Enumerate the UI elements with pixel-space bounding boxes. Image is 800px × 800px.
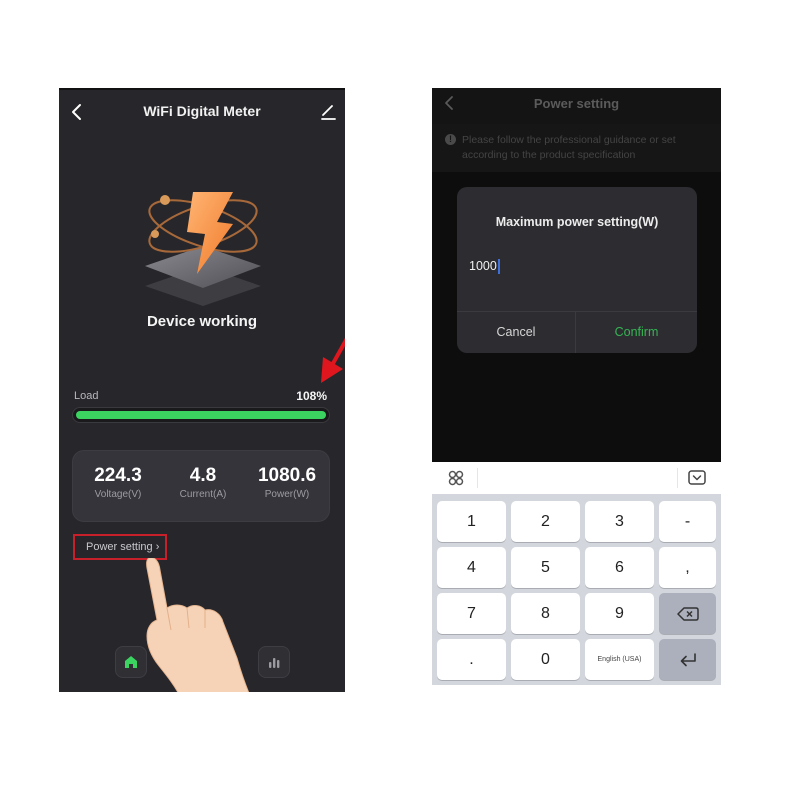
voltage-stat: 224.3 Voltage(V) <box>83 465 153 500</box>
confirm-button[interactable]: Confirm <box>576 311 697 353</box>
key-comma[interactable]: , <box>659 547 716 588</box>
toolbar-divider <box>677 468 678 488</box>
enter-icon <box>680 652 696 667</box>
bar-chart-icon <box>269 658 280 668</box>
pencil-icon[interactable] <box>319 103 337 121</box>
backspace-icon <box>676 607 699 621</box>
pointing-hand-icon <box>146 558 250 692</box>
key-6[interactable]: 6 <box>585 547 654 588</box>
voltage-value: 224.3 <box>94 465 142 486</box>
key-7[interactable]: 7 <box>437 593 506 634</box>
keyboard-hide-icon[interactable] <box>688 470 706 485</box>
measurements-card: 224.3 Voltage(V) 4.8 Current(A) 1080.6 P… <box>72 450 330 522</box>
power-label: Power(W) <box>264 489 310 500</box>
dialog-title: Maximum power setting(W) <box>495 215 659 229</box>
power-setting-screen: Power setting ! Please follow the profes… <box>432 88 721 685</box>
page-title: Power setting <box>533 96 620 111</box>
info-icon: ! <box>445 134 456 145</box>
enter-key[interactable] <box>659 639 716 680</box>
toolbar-divider <box>477 468 478 488</box>
cancel-button[interactable]: Cancel <box>457 311 575 353</box>
text-cursor <box>497 258 500 274</box>
max-power-input[interactable]: 1000 <box>469 257 679 275</box>
key-3[interactable]: 3 <box>585 501 654 542</box>
key-0[interactable]: 0 <box>511 639 580 680</box>
max-power-input-value: 1000 <box>469 259 497 273</box>
numeric-keyboard: 1 2 3 - 4 5 6 , 7 8 9 . 0 English (USA) <box>432 494 721 685</box>
key-8[interactable]: 8 <box>511 593 580 634</box>
apps-grid-icon[interactable] <box>448 470 464 486</box>
load-progress-fill <box>76 411 326 419</box>
lightning-bolt-atom-icon <box>145 192 261 306</box>
guidance-notice: ! Please follow the professional guidanc… <box>432 124 721 172</box>
power-setting-label: Power setting <box>86 541 153 553</box>
key-2[interactable]: 2 <box>511 501 580 542</box>
current-stat: 4.8 Current(A) <box>173 465 233 500</box>
home-icon <box>125 656 137 668</box>
key-1[interactable]: 1 <box>437 501 506 542</box>
header-bar: Power setting <box>432 88 721 124</box>
voltage-label: Voltage(V) <box>94 489 142 500</box>
max-power-dialog: Maximum power setting(W) 1000 Cancel Con… <box>457 187 697 353</box>
key-decimal[interactable]: . <box>437 639 506 680</box>
power-value: 1080.6 <box>257 465 317 486</box>
status-bar-edge <box>59 88 345 90</box>
keyboard-toolbar <box>432 462 721 494</box>
device-status-text: Device working <box>146 313 258 330</box>
power-setting-link[interactable]: Power setting › <box>73 534 167 560</box>
load-label: Load <box>74 390 99 402</box>
key-4[interactable]: 4 <box>437 547 506 588</box>
language-key[interactable]: English (USA) <box>585 639 654 680</box>
power-stat: 1080.6 Power(W) <box>245 465 329 500</box>
key-minus[interactable]: - <box>659 501 716 542</box>
header-bar: WiFi Digital Meter <box>59 98 345 128</box>
key-9[interactable]: 9 <box>585 593 654 634</box>
meter-main-screen: WiFi Digital Meter Device working Load 1… <box>59 88 345 692</box>
tab-statistics[interactable] <box>258 646 290 678</box>
key-5[interactable]: 5 <box>511 547 580 588</box>
current-label: Current(A) <box>179 489 227 500</box>
chevron-right-icon: › <box>155 541 160 553</box>
red-arrow-icon <box>321 337 345 383</box>
current-value: 4.8 <box>189 465 217 486</box>
backspace-key[interactable] <box>659 593 716 634</box>
notice-text: Please follow the professional guidance … <box>462 134 676 161</box>
load-percentage: 108% <box>296 389 327 403</box>
page-title: WiFi Digital Meter <box>143 103 261 119</box>
load-progress-bar <box>72 407 330 423</box>
